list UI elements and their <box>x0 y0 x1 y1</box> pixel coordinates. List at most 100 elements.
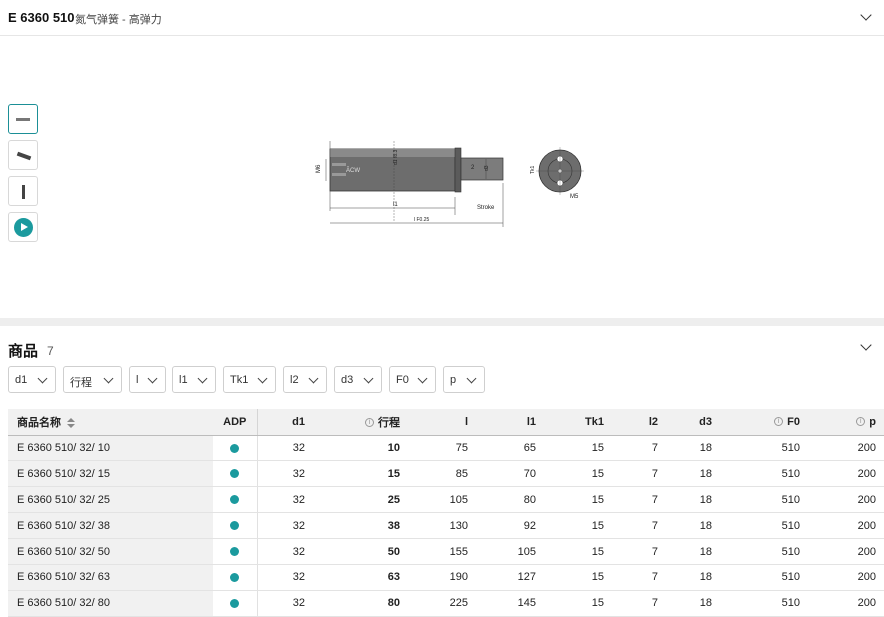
table-row[interactable]: E 6360 510/ 32/ 63 32 63 190 127 15 7 18… <box>8 564 884 591</box>
cell-f0: 510 <box>720 538 808 565</box>
cell-stroke: 50 <box>313 538 408 565</box>
product-name[interactable]: E 6360 510/ 32/ 25 <box>8 486 213 514</box>
table-row[interactable]: E 6360 510/ 32/ 15 32 15 85 70 15 7 18 5… <box>8 460 884 488</box>
cell-f0: 510 <box>720 564 808 591</box>
table-row[interactable]: E 6360 510/ 32/ 50 32 50 155 105 15 7 18… <box>8 538 884 565</box>
thumbnail-spring-upright[interactable] <box>8 176 38 206</box>
filter-d3[interactable]: d3 <box>334 366 382 393</box>
cell-l2: 7 <box>612 435 666 462</box>
cell-l2: 7 <box>612 460 666 488</box>
sort-icon[interactable] <box>67 417 75 428</box>
table-row[interactable]: E 6360 510/ 32/ 25 32 25 105 80 15 7 18 … <box>8 486 884 514</box>
table-header-row: 商品名称 ADP d1 i 行程 l l1 Tk1 l2 d3 i F0 ip <box>8 409 884 436</box>
cell-stroke: 10 <box>313 435 408 462</box>
column-header-f0[interactable]: i F0 <box>720 409 808 436</box>
product-name[interactable]: E 6360 510/ 32/ 63 <box>8 564 213 591</box>
product-name[interactable]: E 6360 510/ 32/ 15 <box>8 460 213 488</box>
column-header-l[interactable]: l <box>408 409 476 436</box>
cell-stroke-value: 10 <box>387 441 400 454</box>
filter-label: 行程 <box>70 377 92 389</box>
drawing-icon <box>16 118 30 121</box>
filter-tk1[interactable]: Tk1 <box>223 366 276 393</box>
cell-stroke-value: 50 <box>387 545 400 558</box>
cell-p: 200 <box>808 590 884 617</box>
dim-d1: d1 f8.3 <box>393 149 399 165</box>
available-dot-icon <box>230 547 240 557</box>
product-code: E 6360 510 <box>8 10 75 25</box>
cell-d3: 18 <box>666 460 720 488</box>
dim-m5: M5 <box>570 194 579 200</box>
adp-cell <box>213 460 258 488</box>
adp-cell <box>213 486 258 514</box>
filter-l2[interactable]: l2 <box>283 366 327 393</box>
product-gallery: ĀCW l1 l F0.25 Stroke M6 d1 f8.3 2 d3 M5… <box>0 37 884 318</box>
adp-cell <box>213 564 258 591</box>
cell-l: 155 <box>408 538 476 565</box>
filter-l1[interactable]: l1 <box>172 366 216 393</box>
adp-cell <box>213 590 258 617</box>
product-name[interactable]: E 6360 510/ 32/ 10 <box>8 435 213 462</box>
table-row[interactable]: E 6360 510/ 32/ 80 32 80 225 145 15 7 18… <box>8 590 884 617</box>
products-title: 商品 <box>8 343 39 360</box>
cell-l1: 145 <box>476 590 544 617</box>
chevron-down-icon <box>417 373 428 384</box>
cell-l: 190 <box>408 564 476 591</box>
column-header-l2[interactable]: l2 <box>612 409 666 436</box>
thumbnail-video[interactable] <box>8 212 38 242</box>
spring-upright-icon <box>22 185 25 199</box>
technical-drawing: ĀCW l1 l F0.25 Stroke M6 d1 f8.3 2 d3 M5… <box>316 141 584 227</box>
filter-f0[interactable]: F0 <box>389 366 436 393</box>
adp-cell <box>213 538 258 565</box>
column-header-d1[interactable]: d1 <box>257 409 313 436</box>
table-row[interactable]: E 6360 510/ 32/ 10 32 10 75 65 15 7 18 5… <box>8 435 884 462</box>
cell-l2: 7 <box>612 590 666 617</box>
product-name[interactable]: E 6360 510/ 32/ 38 <box>8 512 213 540</box>
chevron-down-icon <box>308 373 319 384</box>
filter-stroke[interactable]: 行程 <box>63 366 122 393</box>
thumbnail-spring-side[interactable] <box>8 140 38 170</box>
thumbnail-drawing[interactable] <box>8 104 38 134</box>
cell-d1: 32 <box>257 460 313 488</box>
available-dot-icon <box>230 443 240 453</box>
available-dot-icon <box>230 598 240 608</box>
column-header-stroke[interactable]: i 行程 <box>313 409 408 436</box>
table-row[interactable]: E 6360 510/ 32/ 38 32 38 130 92 15 7 18 … <box>8 512 884 540</box>
chevron-down-icon <box>147 373 158 384</box>
chevron-down-icon <box>103 373 114 384</box>
cell-tk1: 15 <box>544 512 612 540</box>
filter-label: l2 <box>290 374 299 386</box>
info-icon[interactable]: i <box>856 417 866 427</box>
cell-f0: 510 <box>720 590 808 617</box>
info-icon[interactable]: i <box>365 418 374 428</box>
cell-d3: 18 <box>666 435 720 462</box>
filter-l[interactable]: l <box>129 366 166 393</box>
cell-d3: 18 <box>666 486 720 514</box>
cell-f0: 510 <box>720 435 808 462</box>
column-header-d3[interactable]: d3 <box>666 409 720 436</box>
column-header-p[interactable]: ip <box>808 409 884 436</box>
product-name[interactable]: E 6360 510/ 32/ 50 <box>8 538 213 565</box>
column-header-tk1[interactable]: Tk1 <box>544 409 612 436</box>
column-header-l1[interactable]: l1 <box>476 409 544 436</box>
dim-m6: M6 <box>316 164 322 173</box>
cell-p: 200 <box>808 538 884 565</box>
cell-d1: 32 <box>257 435 313 462</box>
chevron-down-icon <box>197 373 208 384</box>
info-icon[interactable]: i <box>774 417 784 427</box>
chevron-down-icon[interactable] <box>860 339 872 351</box>
column-header-adp[interactable]: ADP <box>213 409 258 436</box>
chevron-down-icon[interactable] <box>860 9 872 21</box>
cell-stroke-value: 25 <box>387 493 400 506</box>
cell-l1: 80 <box>476 486 544 514</box>
cell-f0: 510 <box>720 460 808 488</box>
filter-d1[interactable]: d1 <box>8 366 56 393</box>
product-header[interactable]: E 6360 510 氮气弹簧 - 高弹力 <box>0 0 884 36</box>
cell-tk1: 15 <box>544 538 612 565</box>
cell-p: 200 <box>808 486 884 514</box>
cell-d3: 18 <box>666 538 720 565</box>
available-dot-icon <box>230 572 240 582</box>
column-header-name[interactable]: 商品名称 <box>8 409 213 436</box>
filter-p[interactable]: p <box>443 366 485 393</box>
cell-l1: 70 <box>476 460 544 488</box>
product-name[interactable]: E 6360 510/ 32/ 80 <box>8 590 213 617</box>
